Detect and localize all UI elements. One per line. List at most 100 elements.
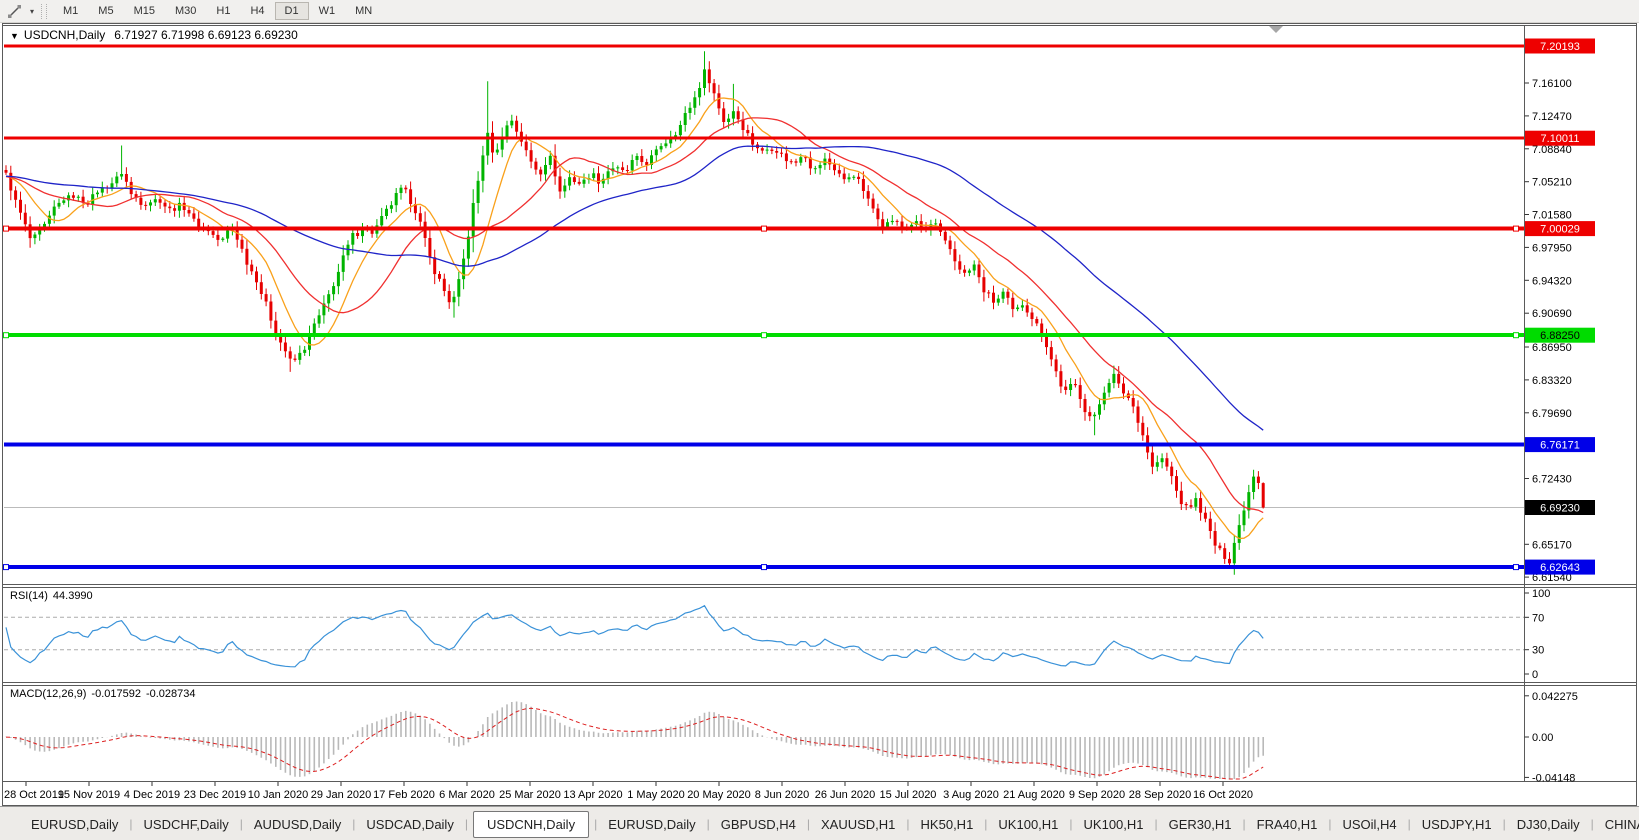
date-axis-label: 17 Feb 2020	[373, 789, 435, 801]
toolbar-grip	[41, 4, 47, 19]
price-axis-label: 7.16100	[1532, 78, 1572, 90]
price-badge-label: 7.00029	[1540, 224, 1580, 236]
line-handle[interactable]	[4, 333, 9, 338]
rsi-axis-label: 0	[1532, 669, 1538, 681]
chart-tab-ger30-h1[interactable]: GER30,H1	[1158, 811, 1243, 838]
price-badge-label: 7.10011	[1541, 133, 1580, 145]
price-badge-label: 6.76171	[1540, 440, 1580, 452]
moving-average-lines	[6, 98, 1263, 539]
chart-tab-usoil-h4[interactable]: USOil,H4	[1331, 811, 1407, 838]
date-axis-label: 16 Oct 2020	[1193, 789, 1253, 801]
date-axis-label: 23 Dec 2019	[184, 789, 246, 801]
line-handle[interactable]	[4, 226, 9, 231]
line-handle[interactable]	[762, 333, 767, 338]
price-axis-label: 6.90690	[1532, 308, 1572, 320]
price-badge-label: 6.69230	[1540, 503, 1580, 515]
line-handle[interactable]	[1514, 333, 1519, 338]
date-axis-label: 28 Oct 2019	[4, 789, 64, 801]
timeframe-button-m15[interactable]: M15	[124, 2, 165, 20]
rsi-axis-label: 30	[1532, 645, 1544, 657]
timeframe-button-d1[interactable]: D1	[275, 2, 309, 20]
timeframe-button-m30[interactable]: M30	[165, 2, 206, 20]
date-axis-label: 6 Mar 2020	[439, 789, 495, 801]
date-axis-label: 3 Aug 2020	[943, 789, 999, 801]
price-axis-label: 6.86950	[1532, 342, 1572, 354]
tool-dropdown-caret-icon[interactable]: ▾	[25, 7, 39, 16]
price-axis-label: 7.01580	[1532, 210, 1572, 222]
chart-tab-dj30-daily[interactable]: DJ30,Daily	[1506, 811, 1591, 838]
date-axis-label: 8 Jun 2020	[755, 789, 809, 801]
date-axis-label: 28 Sep 2020	[1129, 789, 1191, 801]
macd-axis-label: 0.042275	[1532, 691, 1578, 703]
chart-tab-hk50-h1[interactable]: HK50,H1	[910, 811, 985, 838]
date-axis-label: 21 Aug 2020	[1003, 789, 1065, 801]
rsi-axis-label: 70	[1532, 612, 1544, 624]
chart-tab-bar: EURUSD,Daily|USDCHF,Daily|AUDUSD,Daily|U…	[0, 806, 1639, 840]
macd-value-main: -0.017592	[91, 688, 141, 700]
rsi-indicator-label: RSI(14)44.3990	[10, 590, 98, 602]
rsi-line	[6, 606, 1263, 667]
ma-55-line	[6, 146, 1263, 430]
rsi-axis-label: 100	[1532, 588, 1550, 600]
chart-tab-usdchf-daily[interactable]: USDCHF,Daily	[133, 811, 240, 838]
timeframe-button-h1[interactable]: H1	[206, 2, 240, 20]
date-axis-label: 13 Apr 2020	[563, 789, 622, 801]
macd-value-signal: -0.028734	[146, 688, 196, 700]
macd-name: MACD(12,26,9)	[10, 688, 86, 700]
chart-tab-usdjpy-h1[interactable]: USDJPY,H1	[1411, 811, 1503, 838]
price-axis-label: 6.94320	[1532, 275, 1572, 287]
chart-shift-marker[interactable]	[1269, 26, 1283, 33]
trendline-tool-button[interactable]	[3, 2, 25, 20]
mt4-terminal-window: ▾ M1M5M15M30H1H4D1W1MN 7.161007.124707.0…	[0, 0, 1639, 840]
date-axis-label: 10 Jan 2020	[248, 789, 309, 801]
timeframe-button-m5[interactable]: M5	[88, 2, 123, 20]
support-resistance-lines	[4, 46, 1525, 570]
date-axis-label: 15 Jul 2020	[880, 789, 937, 801]
chart-tab-gbpusd-h4[interactable]: GBPUSD,H4	[710, 811, 807, 838]
chart-tab-uk100-h1[interactable]: UK100,H1	[1073, 811, 1155, 838]
chart-tab-fra40-h1[interactable]: FRA40,H1	[1246, 811, 1329, 838]
price-badge-label: 6.62643	[1540, 562, 1580, 574]
date-axis-label: 25 Mar 2020	[499, 789, 561, 801]
line-handle[interactable]	[4, 565, 9, 570]
macd-axis-label: -0.04148	[1532, 772, 1575, 784]
date-axis-label: 26 Jun 2020	[815, 789, 876, 801]
tab-separator: |	[465, 817, 468, 831]
date-axis: 28 Oct 201915 Nov 20194 Dec 201923 Dec 2…	[4, 782, 1253, 801]
chart-ohlc-values: 6.71927 6.71998 6.69123 6.69230	[114, 28, 298, 42]
trendline-tool-icon	[7, 4, 22, 19]
price-badge-label: 7.20193	[1540, 41, 1580, 53]
line-handle[interactable]	[1514, 565, 1519, 570]
timeframe-button-m1[interactable]: M1	[53, 2, 88, 20]
timeframe-button-h4[interactable]: H4	[240, 2, 274, 20]
chart-header: ▼USDCNH,Daily6.71927 6.71998 6.69123 6.6…	[10, 28, 298, 42]
timeframe-buttons: M1M5M15M30H1H4D1W1MN	[53, 2, 382, 20]
line-handle[interactable]	[1514, 226, 1519, 231]
chart-tab-usdcad-daily[interactable]: USDCAD,Daily	[355, 811, 464, 838]
timeframe-button-w1[interactable]: W1	[309, 2, 346, 20]
chart-tab-uk100-h1[interactable]: UK100,H1	[987, 811, 1069, 838]
line-handle[interactable]	[762, 226, 767, 231]
price-axis-label: 6.72430	[1532, 474, 1572, 486]
timeframe-toolbar: ▾ M1M5M15M30H1H4D1W1MN	[0, 0, 1639, 23]
chart-tab-audusd-daily[interactable]: AUDUSD,Daily	[243, 811, 352, 838]
date-axis-label: 20 May 2020	[687, 789, 751, 801]
chart-tab-china300-h1[interactable]: CHINA300,H1	[1594, 811, 1639, 838]
chart-tab-xauusd-h1[interactable]: XAUUSD,H1	[810, 811, 906, 838]
price-axis-label: 6.83320	[1532, 375, 1572, 387]
price-axis-label: 7.05210	[1532, 177, 1572, 189]
bull-candle-wicks	[35, 51, 1254, 575]
chart-canvas[interactable]: 7.161007.124707.088407.052107.015806.979…	[0, 0, 1639, 840]
macd-indicator-label: MACD(12,26,9) -0.017592 -0.028734	[10, 688, 201, 700]
candlesticks	[5, 51, 1265, 575]
price-axis-label: 7.12470	[1532, 111, 1572, 123]
chart-tab-eurusd-daily[interactable]: EURUSD,Daily	[597, 811, 706, 838]
collapse-triangle-icon[interactable]: ▼	[10, 31, 19, 41]
chart-tab-usdcnh-daily[interactable]: USDCNH,Daily	[473, 811, 589, 838]
timeframe-button-mn[interactable]: MN	[345, 2, 382, 20]
rsi-value: 44.3990	[53, 590, 93, 602]
chart-tab-eurusd-daily[interactable]: EURUSD,Daily	[20, 811, 129, 838]
date-axis-label: 4 Dec 2019	[124, 789, 180, 801]
price-axis-label: 6.79690	[1532, 408, 1572, 420]
line-handle[interactable]	[762, 565, 767, 570]
